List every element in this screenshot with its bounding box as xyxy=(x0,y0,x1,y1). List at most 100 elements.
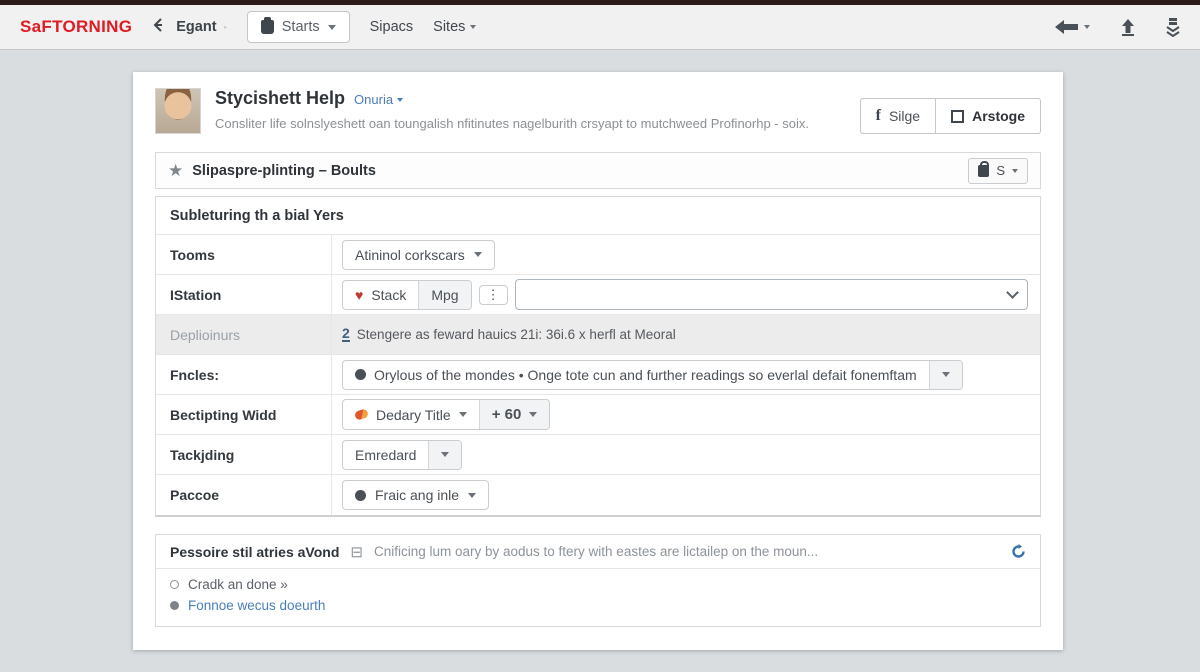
orange-pill-icon xyxy=(354,408,369,421)
nav-link-sipacs-label: Sipacs xyxy=(370,19,414,35)
istation-select[interactable] xyxy=(515,279,1028,310)
share-button-label: Silge xyxy=(889,108,920,124)
refresh-icon xyxy=(1011,544,1026,559)
profile-name: Stycishett Help xyxy=(215,88,345,109)
footer-panel-title: Pessoire stil atries aVond xyxy=(170,544,339,560)
section-header: Subleturing th a bial Yers xyxy=(156,197,1040,235)
chevron-down-icon xyxy=(942,372,950,377)
field-label: IStation xyxy=(156,275,332,314)
footer-panel: Pessoire stil atries aVond ⊟ Cnificing l… xyxy=(155,534,1041,627)
fncles-dropdown-caret[interactable] xyxy=(929,361,962,389)
circle-filled-icon xyxy=(170,601,179,610)
chevron-down-icon xyxy=(1084,25,1090,29)
history-back-button[interactable] xyxy=(1054,19,1090,35)
footer-link-label: Cradk an done » xyxy=(188,577,288,592)
more-options-button[interactable]: ⋮ xyxy=(479,285,508,305)
profile-buttons: f Silge Arstoge xyxy=(860,98,1041,134)
refresh-button[interactable] xyxy=(1011,544,1026,559)
count-value: + 60 xyxy=(492,406,522,423)
footer-link-item[interactable]: Cradk an done » xyxy=(170,577,1026,592)
profile-info: Stycishett Help Onuria Consliter life so… xyxy=(215,88,809,134)
back-nav-label: Egant xyxy=(176,19,216,35)
starts-dropdown-button[interactable]: Starts xyxy=(247,11,350,43)
brand-logo[interactable]: SaFTORNING xyxy=(20,17,132,37)
panel-title: Slipaspre-plinting – Boults xyxy=(192,163,376,179)
form-row-tooms: Tooms Atininol corkscars xyxy=(156,235,1040,275)
bectipting-group: Dedary Title + 60 xyxy=(342,399,550,430)
footer-panel-header: Pessoire stil atries aVond ⊟ Cnificing l… xyxy=(156,535,1040,569)
dedary-dropdown[interactable]: Dedary Title xyxy=(343,400,479,429)
chevron-down-icon xyxy=(397,98,403,102)
profile-header: Stycishett Help Onuria Consliter life so… xyxy=(133,72,1063,146)
left-arrow-icon xyxy=(1054,19,1080,35)
tooms-dropdown[interactable]: Atininol corkscars xyxy=(342,240,495,270)
form-row-istation: IStation ♥ Stack Mpg ⋮ xyxy=(156,275,1040,315)
main-card: Stycishett Help Onuria Consliter life so… xyxy=(133,72,1063,650)
field-label: Tooms xyxy=(156,235,332,274)
field-label: Deplioinurs xyxy=(156,315,332,354)
field-label: Bectipting Widd xyxy=(156,395,332,434)
badge-icon: ◦ xyxy=(224,22,227,32)
chevron-down-icon xyxy=(468,493,476,498)
chevron-down-icon xyxy=(441,452,449,457)
istation-toggle-group: ♥ Stack Mpg xyxy=(342,280,472,310)
back-nav-button[interactable]: Egant ◦ xyxy=(152,17,226,37)
dark-dot-icon xyxy=(355,369,366,380)
form-row-fncles: Fncles: Orylous of the mondes • Onge tot… xyxy=(156,355,1040,395)
status-icon: 2 xyxy=(342,327,350,342)
paccoe-dropdown-value: Fraic ang inle xyxy=(375,487,459,503)
back-arrow-icon xyxy=(152,17,169,37)
count-dropdown[interactable]: + 60 xyxy=(479,400,550,429)
navbar-actions xyxy=(1054,18,1180,37)
starts-label: Starts xyxy=(282,19,320,35)
nav-link-sites[interactable]: Sites xyxy=(433,19,476,35)
status-dropdown[interactable]: Onuria xyxy=(354,92,403,107)
form-table: Subleturing th a bial Yers Tooms Atinino… xyxy=(155,196,1041,517)
form-row-paccoe: Paccoe Fraic ang inle xyxy=(156,475,1040,515)
paccoe-dropdown[interactable]: Fraic ang inle xyxy=(342,480,489,510)
footer-note: Cnificing lum oary by aodus to ftery wit… xyxy=(374,544,818,559)
panel-settings-button[interactable]: S xyxy=(968,158,1028,184)
mpg-toggle[interactable]: Mpg xyxy=(418,281,470,309)
tackjding-value: Emredard xyxy=(355,447,416,463)
square-icon xyxy=(951,110,964,123)
chevron-down-icon xyxy=(474,252,482,257)
form-row-tackjding: Tackjding Emredard xyxy=(156,435,1040,475)
stack-toggle[interactable]: ♥ Stack xyxy=(343,281,418,309)
fncles-dropdown: Orylous of the mondes • Onge tote cun an… xyxy=(342,360,963,390)
tackjding-value-segment[interactable]: Emredard xyxy=(343,441,428,469)
footer-link-item[interactable]: Fonnoe wecus doeurth xyxy=(170,598,1026,613)
circle-outline-icon xyxy=(170,580,179,589)
avatar[interactable] xyxy=(155,88,201,134)
dedary-dropdown-value: Dedary Title xyxy=(376,407,451,423)
navbar: SaFTORNING Egant ◦ Starts Sipacs Sites xyxy=(0,5,1200,50)
download-all-button[interactable] xyxy=(1166,18,1180,37)
upload-button[interactable] xyxy=(1120,18,1136,36)
tackjding-dropdown: Emredard xyxy=(342,440,462,470)
star-icon[interactable]: ★ xyxy=(168,161,183,181)
chevron-down-icon xyxy=(470,25,476,29)
nav-link-sipacs[interactable]: Sipacs xyxy=(370,19,414,35)
download-stack-icon xyxy=(1166,18,1180,37)
box-minus-icon[interactable]: ⊟ xyxy=(350,543,363,561)
stack-toggle-label: Stack xyxy=(371,287,406,303)
mpg-toggle-label: Mpg xyxy=(431,287,458,303)
footer-link-list: Cradk an done » Fonnoe wecus doeurth xyxy=(156,569,1040,626)
fncles-dropdown-main[interactable]: Orylous of the mondes • Onge tote cun an… xyxy=(343,361,929,389)
share-button[interactable]: f Silge xyxy=(860,98,936,134)
nav-link-sites-label: Sites xyxy=(433,19,465,35)
deplioinurs-value: Stengere as feward hauics 21i: 36i.6 x h… xyxy=(357,327,676,342)
archive-button-label: Arstoge xyxy=(972,108,1025,124)
heart-icon: ♥ xyxy=(355,287,363,303)
form-row-deplioinurs: Deplioinurs 2 Stengere as feward hauics … xyxy=(156,315,1040,355)
up-arrow-icon xyxy=(1120,18,1136,36)
status-label: Onuria xyxy=(354,92,393,107)
tackjding-caret-segment[interactable] xyxy=(428,441,461,469)
chevron-down-icon xyxy=(459,412,467,417)
chevron-down-icon xyxy=(328,25,336,30)
field-label: Tackjding xyxy=(156,435,332,474)
chevron-down-icon xyxy=(1012,169,1018,173)
archive-button[interactable]: Arstoge xyxy=(935,98,1041,134)
jar-icon xyxy=(261,20,274,34)
chevron-down-icon xyxy=(1006,286,1019,299)
